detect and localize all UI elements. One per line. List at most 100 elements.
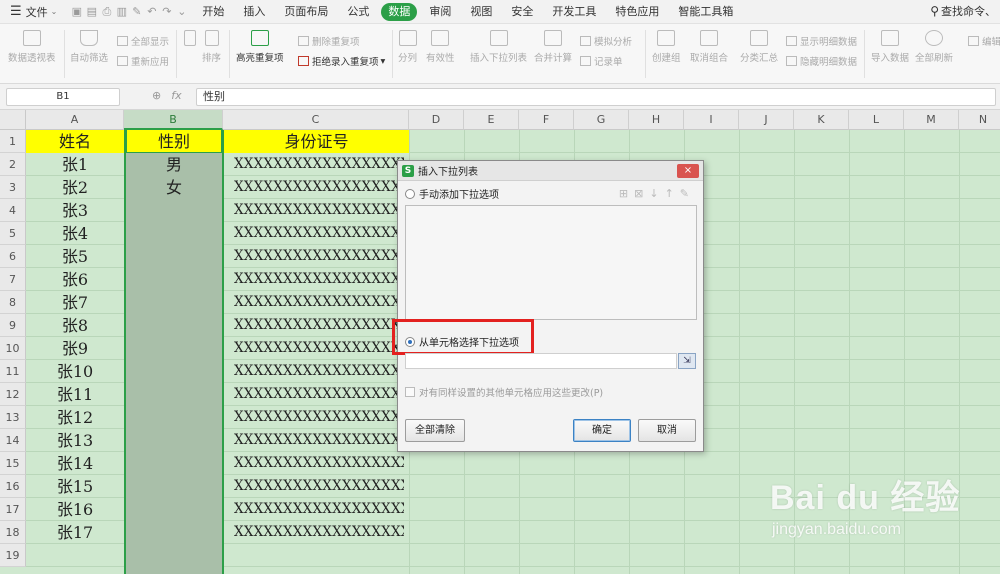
create-group-button[interactable]: 创建组 <box>652 24 681 64</box>
row-header-18[interactable]: 18 <box>0 521 26 544</box>
tab-9[interactable]: 特色应用 <box>608 3 666 21</box>
cell-name[interactable]: 张2 <box>26 176 124 199</box>
insert-dropdown-button[interactable]: 插入下拉列表 <box>470 24 527 64</box>
row-header-12[interactable]: 12 <box>0 383 26 406</box>
column-header-i[interactable]: I <box>684 110 739 130</box>
highlight-duplicates-button[interactable]: 高亮重复项 <box>236 24 284 64</box>
ungroup-button[interactable]: 取消组合 <box>690 24 728 64</box>
text-to-columns-button[interactable]: 分列 <box>398 24 417 64</box>
column-header-e[interactable]: E <box>464 110 519 130</box>
column-header-m[interactable]: M <box>904 110 959 130</box>
print-icon[interactable]: ⎙ <box>99 5 114 19</box>
row-header-6[interactable]: 6 <box>0 245 26 268</box>
column-header-c[interactable]: C <box>223 110 409 130</box>
tab-4[interactable]: 数据 <box>381 2 418 21</box>
cell-name[interactable]: 张13 <box>26 429 124 452</box>
validity-button[interactable]: 有效性 <box>426 24 455 64</box>
cell-gender[interactable]: 男 <box>125 153 223 176</box>
cell-name[interactable]: 张11 <box>26 383 124 406</box>
undo-icon[interactable]: ↶ <box>144 5 159 18</box>
tab-6[interactable]: 视图 <box>463 3 499 21</box>
options-list[interactable] <box>405 205 697 320</box>
column-header-a[interactable]: A <box>26 110 124 130</box>
manual-options-radio-row[interactable]: 手动添加下拉选项 <box>405 186 499 201</box>
row-header-7[interactable]: 7 <box>0 268 26 291</box>
column-header-h[interactable]: H <box>629 110 684 130</box>
tab-10[interactable]: 智能工具箱 <box>671 3 740 21</box>
show-detail-button[interactable]: 显示明细数据 <box>786 34 857 48</box>
row-header-8[interactable]: 8 <box>0 291 26 314</box>
pivot-table-button[interactable]: 数据透视表 <box>8 24 56 64</box>
column-header-f[interactable]: F <box>519 110 574 130</box>
cell-id-number[interactable]: XXXXXXXXXXXXXXXXXX <box>234 406 404 429</box>
tab-7[interactable]: 安全 <box>504 3 540 21</box>
cell-name[interactable]: 张14 <box>26 452 124 475</box>
cell-id-number[interactable]: XXXXXXXXXXXXXXXXXX <box>234 222 404 245</box>
row-header-1[interactable]: 1 <box>0 130 26 153</box>
row-header-16[interactable]: 16 <box>0 475 26 498</box>
column-header-l[interactable]: L <box>849 110 904 130</box>
cell-name[interactable]: 张12 <box>26 406 124 429</box>
cell-name[interactable]: 张10 <box>26 360 124 383</box>
record-form-button[interactable]: 记录单 <box>580 54 623 68</box>
row-header-19[interactable]: 19 <box>0 544 26 567</box>
cell-id-number[interactable]: XXXXXXXXXXXXXXXXXX <box>234 245 404 268</box>
reapply-button[interactable]: 重新应用 <box>117 54 169 68</box>
row-header-9[interactable]: 9 <box>0 314 26 337</box>
cell-id-number[interactable]: XXXXXXXXXXXXXXXXXX <box>234 475 404 498</box>
zoom-icon[interactable]: ⊕ <box>152 89 161 102</box>
formula-input[interactable]: 性别 <box>196 88 996 106</box>
show-all-button[interactable]: 全部显示 <box>117 34 169 48</box>
move-up-icon[interactable]: ↑ <box>665 187 674 200</box>
cell-name[interactable]: 张5 <box>26 245 124 268</box>
apply-all-checkbox[interactable] <box>405 387 415 397</box>
save-icon[interactable]: ▣ <box>69 5 84 18</box>
import-data-button[interactable]: 导入数据 <box>871 24 909 64</box>
redo-icon[interactable]: ↷ <box>159 5 174 18</box>
cell-id-number[interactable]: XXXXXXXXXXXXXXXXXX <box>234 153 404 176</box>
cell-name[interactable]: 张7 <box>26 291 124 314</box>
tab-5[interactable]: 审阅 <box>422 3 458 21</box>
header-cell-id[interactable]: 身份证号 <box>224 130 409 153</box>
select-all-corner[interactable] <box>0 110 26 130</box>
cell-id-number[interactable]: XXXXXXXXXXXXXXXXXX <box>234 291 404 314</box>
sort-ascending-button[interactable]: . <box>184 24 196 61</box>
cell-range-input[interactable] <box>405 353 677 369</box>
cell-gender[interactable]: 女 <box>125 176 223 199</box>
cell-name[interactable]: 张8 <box>26 314 124 337</box>
row-header-17[interactable]: 17 <box>0 498 26 521</box>
cell-name[interactable]: 张4 <box>26 222 124 245</box>
cell-name[interactable]: 张15 <box>26 475 124 498</box>
cell-id-number[interactable]: XXXXXXXXXXXXXXXXXX <box>234 360 404 383</box>
edit-links-button[interactable]: 编辑 <box>968 34 1000 48</box>
range-select-button[interactable]: ⇲ <box>678 353 696 369</box>
row-header-15[interactable]: 15 <box>0 452 26 475</box>
header-cell-name[interactable]: 姓名 <box>26 130 124 153</box>
column-header-n[interactable]: N <box>959 110 1000 130</box>
delete-duplicates-button[interactable]: 删除重复项 <box>298 34 360 48</box>
what-if-analysis-button[interactable]: 模拟分析 <box>580 34 632 48</box>
add-item-icon[interactable]: ⊞ <box>619 187 628 200</box>
clear-all-button[interactable]: 全部清除 <box>405 419 465 442</box>
cell-name[interactable]: 张1 <box>26 153 124 176</box>
tab-8[interactable]: 开发工具 <box>545 3 603 21</box>
cell-name[interactable]: 张6 <box>26 268 124 291</box>
row-header-2[interactable]: 2 <box>0 153 26 176</box>
print-preview-icon[interactable]: ▥ <box>114 5 129 18</box>
row-header-3[interactable]: 3 <box>0 176 26 199</box>
file-menu-button[interactable]: ☰ 文件 ⌄ <box>0 2 63 22</box>
cell-id-number[interactable]: XXXXXXXXXXXXXXXXXX <box>234 199 404 222</box>
ok-button[interactable]: 确定 <box>573 419 631 442</box>
cancel-button[interactable]: 取消 <box>638 419 696 442</box>
sort-button[interactable]: 排序 <box>202 24 221 64</box>
row-header-14[interactable]: 14 <box>0 429 26 452</box>
cell-id-number[interactable]: XXXXXXXXXXXXXXXXXX <box>234 337 404 360</box>
row-header-10[interactable]: 10 <box>0 337 26 360</box>
fx-icon[interactable]: fx <box>171 89 181 102</box>
column-header-g[interactable]: G <box>574 110 629 130</box>
cell-id-number[interactable]: XXXXXXXXXXXXXXXXXX <box>234 429 404 452</box>
cell-id-number[interactable]: XXXXXXXXXXXXXXXXXX <box>234 498 404 521</box>
edit-icon[interactable]: ✎ <box>680 187 689 200</box>
row-header-13[interactable]: 13 <box>0 406 26 429</box>
tab-0[interactable]: 开始 <box>195 3 231 21</box>
